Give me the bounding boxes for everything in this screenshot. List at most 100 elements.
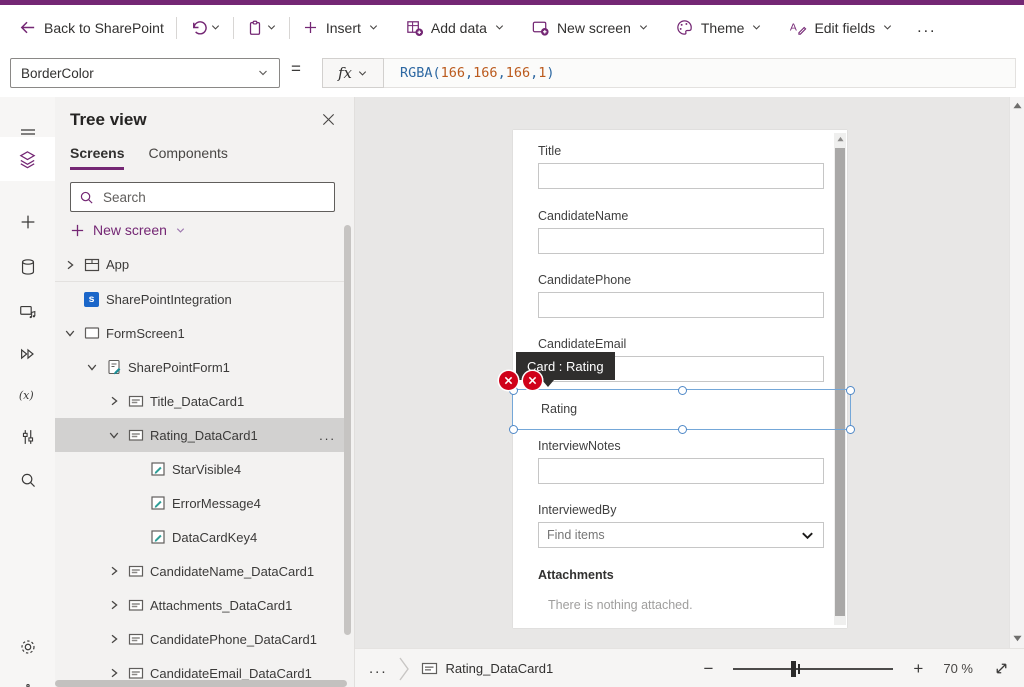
insert-icon [18,212,38,232]
tree-item-CandidatePhone_DataCard1[interactable]: CandidatePhone_DataCard1 [55,622,348,656]
scroll-up-icon[interactable] [1013,102,1022,109]
edit-fields-button[interactable]: A Edit fields [788,18,893,37]
rail-settings-button[interactable] [0,625,55,669]
zoom-out-button[interactable]: − [703,660,713,677]
zoom-slider-track[interactable] [733,668,893,670]
tree-horizontal-scrollbar[interactable] [55,680,347,687]
breadcrumb-item[interactable]: Rating_DataCard1 [421,660,554,677]
paste-button[interactable] [246,19,264,37]
field-label-Attachments: Attachments [538,568,614,582]
rail-insert-button[interactable] [0,200,55,244]
field-input-InterviewNotes[interactable] [538,458,824,484]
tree-item-Rating_DataCard1[interactable]: Rating_DataCard1... [55,418,348,452]
datacard-icon [421,660,438,677]
tree-item-overflow-button[interactable]: ... [319,428,336,443]
zoom-slider[interactable] [733,661,893,677]
resize-handle-bottom-right[interactable] [846,425,855,434]
resize-handle-top-right[interactable] [846,386,855,395]
error-badge-icon[interactable] [523,371,542,390]
form-scrollbar-thumb[interactable] [835,148,845,616]
scroll-up-icon[interactable] [837,136,844,142]
insert-button[interactable]: Insert [302,19,379,36]
tree-item-SharePointIntegration[interactable]: sSharePointIntegration [55,282,348,316]
fx-label: fx [338,64,352,82]
zoom-in-button[interactable]: + [913,660,923,677]
rail-advanced-tools-button[interactable] [0,415,55,459]
tree-item-SharePointForm1[interactable]: SharePointForm1 [55,350,348,384]
search-input[interactable] [101,189,326,206]
field-combobox-InterviewedBy[interactable]: Find items [538,522,824,548]
fx-dropdown[interactable]: fx [322,58,384,88]
property-dropdown[interactable]: BorderColor [10,58,280,88]
field-input-CandidateName[interactable] [538,228,824,254]
tree-item-label: SharePointForm1 [128,360,230,375]
tree-item-App[interactable]: App [55,248,348,282]
tree-vertical-scrollbar[interactable] [344,225,351,635]
resize-handle-bottom-center[interactable] [678,425,687,434]
chevron-right-icon[interactable] [107,598,121,612]
canvas-area[interactable]: TitleCandidateNameCandidatePhoneCandidat… [355,97,1024,648]
tree-item-StarVisible4[interactable]: StarVisible4 [55,452,348,486]
chevron-right-icon[interactable] [107,666,121,680]
paste-dropdown-chevron[interactable] [266,22,277,33]
breadcrumb-overflow-button[interactable]: ... [369,660,388,677]
media-icon [18,302,38,322]
zoom-slider-thumb[interactable] [791,661,796,677]
chevron-placeholder [63,292,77,306]
fullscreen-icon[interactable] [993,660,1010,677]
field-input-CandidatePhone[interactable] [538,292,824,318]
tree-item-FormScreen1[interactable]: FormScreen1 [55,316,348,350]
formula-token: , [530,65,538,81]
selected-card-rating[interactable]: Rating [512,389,851,430]
canvas-vertical-scrollbar[interactable] [1009,97,1024,648]
field-input-Title[interactable] [538,163,824,189]
theme-button[interactable]: Theme [675,18,763,37]
new-screen-button[interactable]: New screen [531,18,649,37]
scroll-down-icon[interactable] [1013,635,1022,642]
resize-handle-bottom-left[interactable] [509,425,518,434]
rail-tree-view-button[interactable] [0,137,55,181]
rail-media-button[interactable] [0,290,55,334]
rail-data-button[interactable] [0,245,55,289]
rail-power-automate-button[interactable] [0,332,55,376]
tree-item-Attachments_DataCard1[interactable]: Attachments_DataCard1 [55,588,348,622]
virtual-agent-icon [18,680,38,687]
chevron-down-icon[interactable] [107,428,121,442]
chevron-right-icon[interactable] [107,564,121,578]
formula-input[interactable]: RGBA(166, 166, 166, 1) [384,58,1016,88]
chevron-right-icon[interactable] [107,632,121,646]
add-data-button[interactable]: Add data [405,18,505,37]
chevron-down-icon[interactable] [63,326,77,340]
toolbar-overflow-button[interactable]: ... [917,19,936,37]
chevron-down-icon[interactable] [800,528,815,543]
plus-icon [302,19,319,36]
tab-screens[interactable]: Screens [70,145,124,170]
rail-variables-button[interactable]: (x) [0,373,55,417]
rail-search-rail-button[interactable] [0,458,55,502]
undo-dropdown-chevron[interactable] [210,22,221,33]
undo-button[interactable] [189,18,208,37]
tree-item-DataCardKey4[interactable]: DataCardKey4 [55,520,348,554]
tree-item-CandidateName_DataCard1[interactable]: CandidateName_DataCard1 [55,554,348,588]
back-arrow-icon [18,18,37,37]
tree-item-label: ErrorMessage4 [172,496,261,511]
svg-text:A: A [790,22,797,33]
tree-item-ErrorMessage4[interactable]: ErrorMessage4 [55,486,348,520]
settings-icon [18,637,38,657]
back-button[interactable]: Back to SharePoint [18,18,164,37]
error-badge-icon[interactable] [499,371,518,390]
new-screen-tree-button[interactable]: New screen [70,222,186,238]
chevron-right-icon[interactable] [107,394,121,408]
theme-chevron-icon [751,22,762,33]
rail-virtual-agent-button[interactable] [0,668,55,687]
property-name: BorderColor [21,66,94,81]
form-scrollbar[interactable] [834,133,846,625]
formula-bar: BorderColor = fx RGBA(166, 166, 166, 1) [0,50,1024,98]
close-icon[interactable] [321,112,336,127]
chevron-down-icon[interactable] [85,360,99,374]
chevron-right-icon[interactable] [63,258,77,272]
tab-components[interactable]: Components [148,145,227,170]
resize-handle-top-center[interactable] [678,386,687,395]
tree-item-Title_DataCard1[interactable]: Title_DataCard1 [55,384,348,418]
new-screen-chevron-icon [638,22,649,33]
